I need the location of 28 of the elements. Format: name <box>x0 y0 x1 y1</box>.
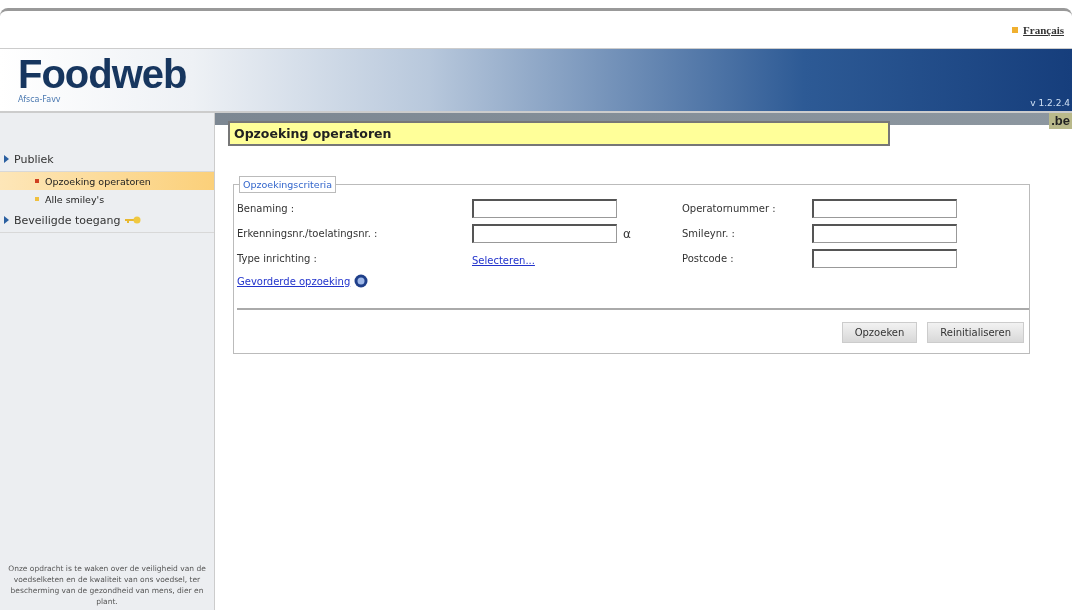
be-logo: .be <box>1049 113 1072 129</box>
language-link[interactable]: Français <box>1023 23 1064 36</box>
field-label: Erkenningsnr./toelatingsnr. : <box>237 228 379 239</box>
panel-legend: Opzoekingscriteria <box>239 176 336 193</box>
text-field[interactable] <box>812 199 957 218</box>
advanced-search-link[interactable]: Gevorderde opzoeking <box>237 275 351 287</box>
text-field[interactable] <box>472 199 617 218</box>
field-label: Benaming : <box>237 203 296 214</box>
bullet-icon <box>1012 26 1019 33</box>
text-field[interactable] <box>472 224 617 243</box>
text-field[interactable] <box>812 249 957 268</box>
info-icon <box>354 274 369 288</box>
sidebar-item[interactable]: Alle smiley's <box>0 190 214 208</box>
text-field[interactable] <box>812 224 957 243</box>
field-label: Postcode : <box>682 253 735 264</box>
select-link[interactable]: Selecteren... <box>472 255 535 266</box>
sidebar-section[interactable]: Beveiligde toegang <box>0 208 214 233</box>
alpha-symbol: α <box>623 226 631 241</box>
sidebar-item[interactable]: Opzoeking operatoren <box>0 172 214 190</box>
form-button[interactable]: Reinitialiseren <box>927 322 1024 343</box>
logo-subtitle: Afsca-Favv <box>18 95 61 104</box>
field-label: Operatornummer : <box>682 203 777 214</box>
field-label: Type inrichting : <box>237 253 318 264</box>
page-title: Opzoeking operatoren <box>228 121 890 146</box>
logo: Foodweb <box>18 53 187 95</box>
version-label: v 1.2.2.4 <box>1030 98 1071 110</box>
field-label: Smileynr. : <box>682 228 736 239</box>
form-button[interactable]: Opzoeken <box>841 322 918 343</box>
